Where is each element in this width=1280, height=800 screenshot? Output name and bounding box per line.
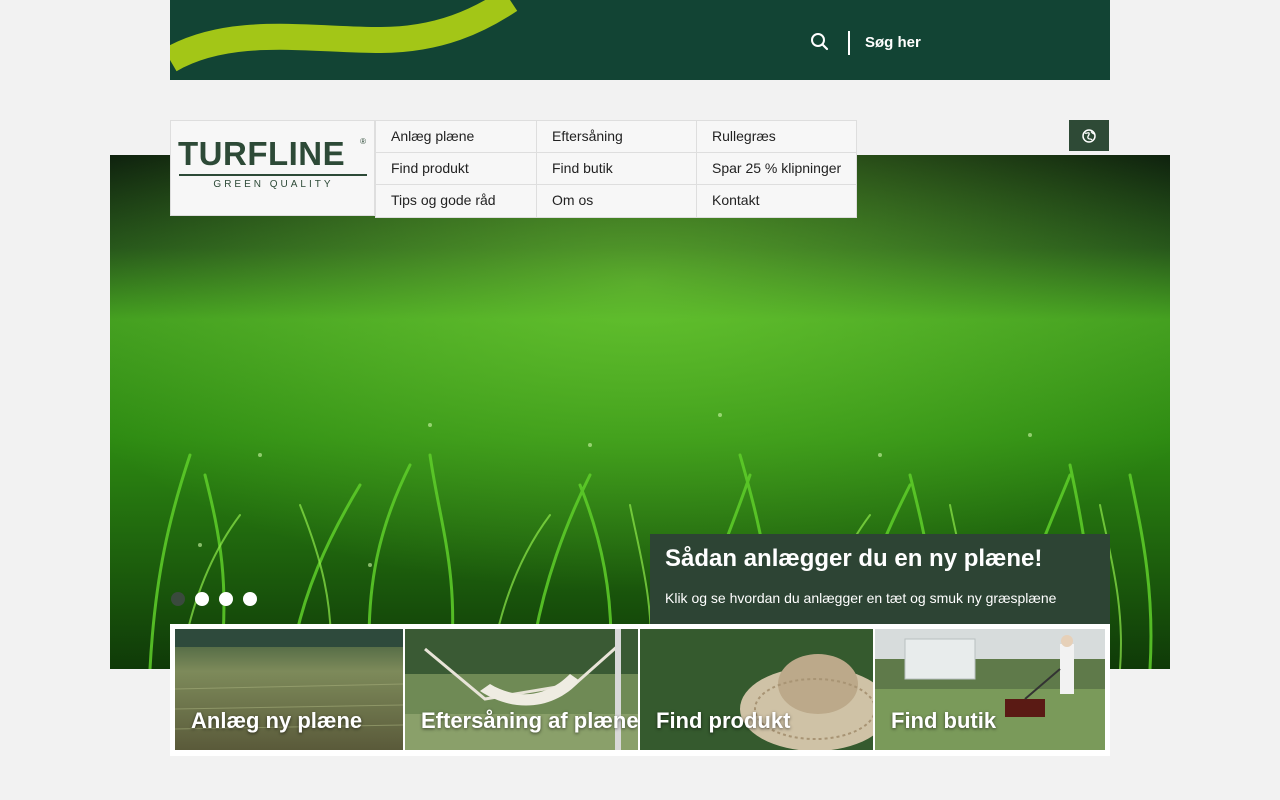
turfline-logo[interactable]: TURFLINE ® GREEN QUALITY xyxy=(170,120,375,216)
tile-anlaeg-ny-plaene[interactable]: Anlæg ny plæne xyxy=(175,629,403,750)
brand-swoosh xyxy=(170,0,518,72)
tile-label: Find butik xyxy=(891,708,997,733)
slider-dot-1[interactable] xyxy=(171,592,185,606)
tile-label: Find produkt xyxy=(656,708,791,733)
nav-item-eftersaaning[interactable]: Eftersåning xyxy=(536,121,696,153)
nav-item-kontakt[interactable]: Kontakt xyxy=(696,185,857,217)
nav-item-find-butik[interactable]: Find butik xyxy=(536,153,696,185)
hero-caption-text: Klik og se hvordan du anlægger en tæt og… xyxy=(665,590,1057,606)
tile-label: Anlæg ny plæne xyxy=(191,708,363,733)
nav-item-find-produkt[interactable]: Find produkt xyxy=(375,153,536,185)
slider-dot-3[interactable] xyxy=(219,592,233,606)
tile-label: Eftersåning af plæne xyxy=(421,708,638,733)
nav-item-anlaeg-plaene[interactable]: Anlæg plæne xyxy=(375,121,536,153)
search-label[interactable]: Søg her xyxy=(865,34,921,51)
nav-item-tips[interactable]: Tips og gode råd xyxy=(375,185,536,217)
nav-item-om-os[interactable]: Om os xyxy=(536,185,696,217)
search-divider xyxy=(848,31,850,55)
hero-caption-title: Sådan anlægger du en ny plæne! xyxy=(665,545,1043,572)
slider-dots xyxy=(171,592,257,606)
logo-rule xyxy=(179,174,367,176)
globe-icon xyxy=(1082,128,1096,143)
logo-tagline: GREEN QUALITY xyxy=(213,179,334,190)
nav-item-spar-klipninger[interactable]: Spar 25 % klipninger xyxy=(696,153,857,185)
feature-tiles: Anlæg ny plæne Eftersåning af plæne Find… xyxy=(170,624,1110,756)
nav-item-rullegraes[interactable]: Rullegræs xyxy=(696,121,857,153)
language-button[interactable] xyxy=(1069,120,1109,151)
logo-registered-mark: ® xyxy=(360,137,366,146)
search-icon[interactable] xyxy=(810,32,830,52)
main-nav: Anlæg plæne Eftersåning Rullegræs Find p… xyxy=(375,120,857,218)
logo-wordmark: TURFLINE xyxy=(178,135,346,172)
slider-dot-4[interactable] xyxy=(243,592,257,606)
hero-caption[interactable]: Sådan anlægger du en ny plæne! Klik og s… xyxy=(650,534,1110,624)
tile-eftersaaning-af-plaene[interactable]: Eftersåning af plæne xyxy=(405,629,638,750)
slider-dot-2[interactable] xyxy=(195,592,209,606)
tile-find-produkt[interactable]: Find produkt xyxy=(640,629,873,750)
top-bar: Søg her xyxy=(170,0,1110,80)
tile-find-butik[interactable]: Find butik xyxy=(875,629,1105,750)
